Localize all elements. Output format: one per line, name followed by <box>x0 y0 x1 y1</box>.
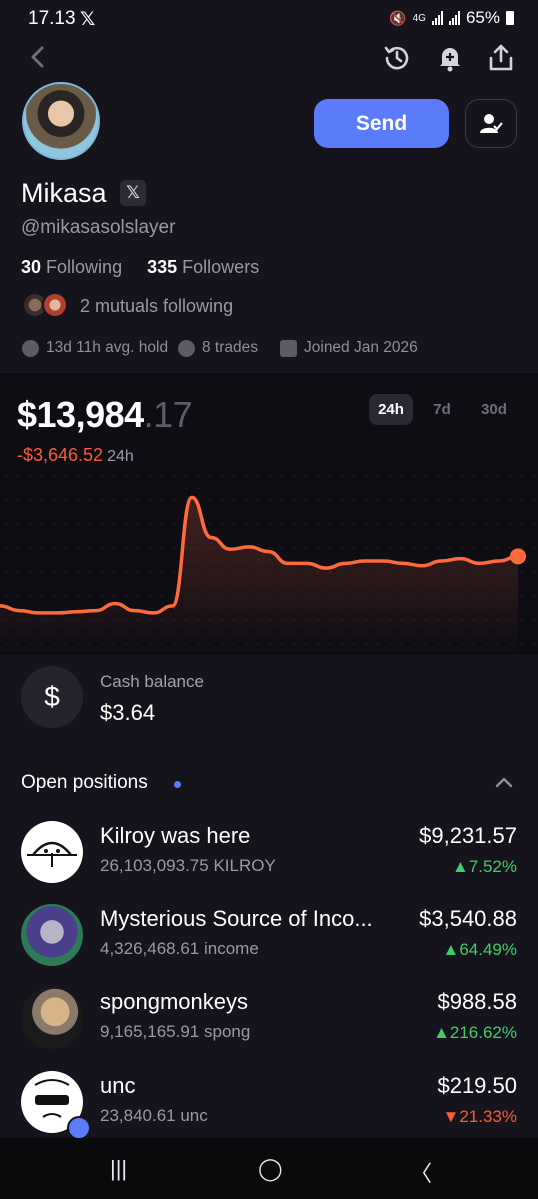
chart-end-marker <box>510 548 526 565</box>
joined-stat: Joined Jan 2026 <box>280 339 418 357</box>
battery-label: 65% <box>465 8 500 27</box>
position-row[interactable]: Mysterious Source of Inco... 4,326,468.6… <box>0 899 538 979</box>
signal-icon <box>431 11 443 25</box>
position-row[interactable]: Kilroy was here 26,103,093.75 KILROY $9,… <box>0 816 538 896</box>
followers-link[interactable]: 335 Followers <box>147 257 259 277</box>
portfolio-value-cents: .17 <box>143 394 193 435</box>
mute-icon: 🔇 <box>389 9 407 26</box>
battery-icon <box>506 11 514 25</box>
status-icons: 🔇 4G 65% <box>389 8 514 28</box>
spong-token-icon <box>21 987 83 1049</box>
collapse-chevron-icon[interactable] <box>494 774 514 790</box>
back-icon[interactable]: 〈 <box>410 1156 432 1188</box>
token-change: ▼21.33% <box>442 1107 517 1126</box>
avg-hold-text: 13d 11h avg. hold <box>46 339 169 356</box>
verified-badge-icon <box>67 1116 91 1140</box>
user-check-icon <box>480 113 503 133</box>
profile-handle: @mikasasolslayer <box>21 217 176 238</box>
avg-hold-stat: 13d 11h avg. hold <box>22 339 168 357</box>
history-icon[interactable] <box>381 42 413 74</box>
income-token-icon <box>21 904 83 966</box>
cash-balance-value: $3.64 <box>100 700 156 725</box>
following-label: Following <box>46 257 123 277</box>
mutuals-following[interactable]: 2 mutuals following <box>80 296 233 317</box>
followers-label: Followers <box>182 257 260 277</box>
range-24h[interactable]: 24h <box>369 394 413 425</box>
token-change: ▲64.49% <box>442 940 517 959</box>
home-icon[interactable]: ◯ <box>258 1156 283 1182</box>
swap-icon <box>178 339 195 357</box>
open-positions-title: Open positions <box>21 772 148 793</box>
profile-avatar <box>22 82 100 160</box>
portfolio-change: -$3,646.52 24h <box>17 445 134 466</box>
token-value: $9,231.57 <box>419 823 517 848</box>
live-indicator-dot <box>174 781 181 788</box>
token-change: ▲216.62% <box>433 1023 517 1042</box>
trades-stat: 8 trades <box>178 339 258 357</box>
status-time: 17.13 <box>28 8 76 29</box>
token-quantity: 9,165,165.91 spong <box>100 1022 251 1041</box>
range-7d[interactable]: 7d <box>424 394 460 425</box>
share-icon[interactable] <box>485 42 517 74</box>
portfolio-change-period: 24h <box>107 448 134 465</box>
followers-count: 335 <box>147 257 178 277</box>
token-name: unc <box>100 1073 136 1098</box>
follow-counts: 30 Following 335 Followers <box>21 257 259 278</box>
system-nav-bar: ||| ◯ 〈 <box>0 1138 538 1199</box>
kilroy-token-icon <box>21 821 83 883</box>
recents-icon[interactable]: ||| <box>110 1156 127 1182</box>
follow-button[interactable] <box>465 99 517 148</box>
token-value: $988.58 <box>437 989 517 1014</box>
x-link-icon[interactable]: 𝕏 <box>120 180 146 206</box>
network-label: 4G <box>412 12 426 24</box>
portfolio-line-chart[interactable] <box>0 470 538 655</box>
send-button[interactable]: Send <box>314 99 449 148</box>
token-change: ▲7.52% <box>451 857 517 876</box>
token-name: spongmonkeys <box>100 989 248 1014</box>
position-row[interactable]: unc 23,840.61 unc $219.50 ▼21.33% <box>0 1066 538 1146</box>
token-name: Kilroy was here <box>100 823 251 848</box>
following-count: 30 <box>21 257 42 277</box>
position-row[interactable]: spongmonkeys 9,165,165.91 spong $988.58 … <box>0 982 538 1062</box>
trades-text: 8 trades <box>202 339 259 356</box>
token-quantity: 4,326,468.61 income <box>100 939 259 958</box>
x-app-icon: 𝕏 <box>80 9 96 30</box>
range-30d[interactable]: 30d <box>471 394 517 425</box>
token-name: Mysterious Source of Inco... <box>100 906 373 931</box>
following-link[interactable]: 30 Following <box>21 257 122 277</box>
cash-balance-label: Cash balance <box>100 672 204 691</box>
token-quantity: 23,840.61 unc <box>100 1106 208 1125</box>
bell-add-icon[interactable] <box>434 42 466 74</box>
token-value: $3,540.88 <box>419 906 517 931</box>
back-chevron-icon[interactable] <box>24 42 52 72</box>
portfolio-value-main: $13,984 <box>17 394 144 435</box>
dollar-icon: $ <box>21 666 83 728</box>
profile-name: Mikasa <box>21 178 107 208</box>
joined-text: Joined Jan 2026 <box>304 339 418 356</box>
token-value: $219.50 <box>437 1073 517 1098</box>
portfolio-value: $13,984.17 <box>17 394 193 436</box>
clock-icon <box>22 339 39 357</box>
calendar-icon <box>280 339 297 357</box>
status-bar: 17.13 𝕏 🔇 4G 65% <box>0 0 538 36</box>
token-quantity: 26,103,093.75 KILROY <box>100 856 276 875</box>
portfolio-change-amount: -$3,646.52 <box>17 445 104 465</box>
mutual-avatar-2 <box>42 292 68 318</box>
signal-icon-2 <box>448 11 460 25</box>
